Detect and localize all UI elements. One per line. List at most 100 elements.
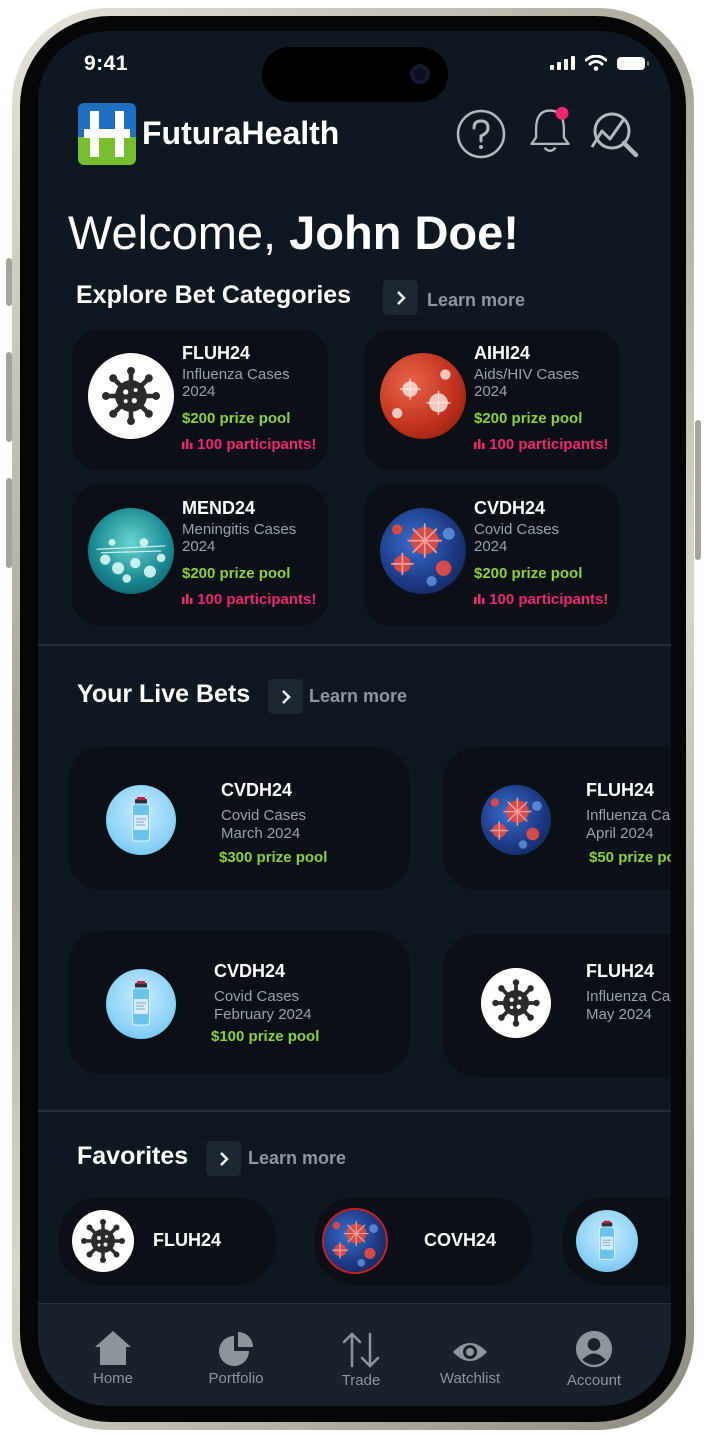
- participants-count: 100 participants!: [182, 436, 316, 453]
- chevron-right-icon: [281, 689, 291, 704]
- category-description: Influenza Cases 2024: [182, 366, 290, 400]
- tab-label: Watchlist: [439, 1370, 501, 1387]
- tab-portfolio[interactable]: Portfolio: [186, 1332, 286, 1387]
- prize-pool: $300 prize pool: [219, 849, 328, 866]
- category-description: Covid Cases 2024: [474, 521, 560, 555]
- prize-pool: $200 prize pool: [182, 565, 291, 582]
- favorite-item[interactable]: FLUH24: [58, 1197, 276, 1285]
- favorite-code: FLUH24: [153, 1230, 222, 1250]
- category-card-fluh24[interactable]: FLUH24 Influenza Cases 2024 $200 prize po…: [72, 329, 328, 471]
- action-button: [6, 258, 12, 306]
- favorite-item[interactable]: COVH24: [314, 1197, 532, 1285]
- category-card-aihi24[interactable]: AIHI24 Aids/HIV Cases 2024 $200 prize poo…: [364, 329, 620, 471]
- tab-home[interactable]: Home: [63, 1330, 163, 1387]
- explore-learn-more-link[interactable]: Learn more: [427, 290, 525, 311]
- coronavirus-image: [481, 785, 551, 855]
- explore-categories-chevron-button[interactable]: [383, 280, 418, 315]
- influenza-virus-icon: [72, 1210, 134, 1272]
- category-description: Aids/HIV Cases 2024: [474, 366, 580, 400]
- meningitis-bacteria-image: [88, 508, 174, 594]
- home-icon: [95, 1331, 131, 1365]
- status-icons: [550, 55, 649, 71]
- volume-down-button: [6, 478, 12, 568]
- favorites-chevron-button[interactable]: [206, 1141, 241, 1176]
- live-bet-card[interactable]: CVDH24 Covid Cases February 2024 $100 pri…: [68, 931, 410, 1074]
- vaccine-vial-image: [576, 1210, 638, 1272]
- app-screen: 9:41 FuturaHealth Welcome, John Doe! Exp…: [38, 31, 671, 1406]
- chevron-right-icon: [219, 1151, 229, 1166]
- section-divider: [38, 644, 671, 646]
- tab-account[interactable]: Account: [544, 1330, 644, 1389]
- bet-code: FLUH24: [586, 780, 655, 800]
- help-icon[interactable]: [456, 109, 506, 159]
- app-name: FuturaHealth: [142, 115, 340, 151]
- prize-pool: $200 prize pool: [474, 410, 583, 427]
- favorite-item[interactable]: [562, 1197, 671, 1285]
- section-divider: [38, 1110, 671, 1112]
- power-button: [695, 420, 701, 560]
- bar-chart-icon: [182, 594, 193, 604]
- participants-count: 100 participants!: [474, 591, 608, 608]
- favorite-code: COVH24: [424, 1230, 497, 1250]
- participants-count: 100 participants!: [474, 436, 608, 453]
- category-code: AIHI24: [474, 343, 531, 363]
- bar-chart-icon: [474, 594, 485, 604]
- prize-pool: $100 prize pool: [211, 1028, 320, 1045]
- coronavirus-image: [380, 508, 466, 594]
- notification-dot: [555, 106, 569, 120]
- category-code: CVDH24: [474, 498, 546, 518]
- user-circle-icon: [575, 1330, 613, 1368]
- hiv-virus-image: [380, 353, 466, 439]
- bet-description: Covid Cases March 2024: [221, 807, 307, 842]
- influenza-virus-icon: [481, 968, 551, 1038]
- welcome-user-name: John Doe!: [289, 206, 519, 259]
- welcome-greeting: Welcome,: [68, 206, 277, 259]
- live-bets-learn-more-link[interactable]: Learn more: [309, 686, 407, 707]
- favorites-learn-more-link[interactable]: Learn more: [248, 1148, 346, 1169]
- notification-bell-icon[interactable]: [525, 105, 575, 155]
- prize-pool: $200 prize pool: [474, 565, 583, 582]
- live-bets-title: Your Live Bets: [77, 680, 251, 708]
- coronavirus-image: [324, 1210, 386, 1272]
- status-time: 9:41: [84, 52, 129, 75]
- battery-icon: [617, 56, 649, 70]
- cellular-signal-icon: [550, 56, 575, 70]
- participants-count: 100 participants!: [182, 591, 316, 608]
- vaccine-vial-image: [106, 969, 176, 1039]
- market-search-icon[interactable]: [590, 109, 640, 159]
- live-bet-card[interactable]: CVDH24 Covid Cases March 2024 $300 prize …: [68, 747, 410, 890]
- live-bet-card[interactable]: FLUH24 Influenza Ca April 2024 $50 prize …: [443, 747, 671, 890]
- tab-trade[interactable]: Trade: [311, 1332, 411, 1389]
- category-card-cvdh24[interactable]: CVDH24 Covid Cases 2024 $200 prize pool 1…: [364, 484, 620, 626]
- category-card-mend24[interactable]: MEND24 Meningitis Cases 2024 $200 prize p…: [72, 484, 328, 626]
- bet-code: FLUH24: [586, 961, 655, 981]
- live-bets-chevron-button[interactable]: [268, 679, 303, 714]
- bet-code: CVDH24: [221, 780, 293, 800]
- vaccine-vial-image: [106, 785, 176, 855]
- favorites-title: Favorites: [77, 1142, 189, 1170]
- dynamic-island: [262, 47, 448, 102]
- eye-icon: [453, 1343, 487, 1361]
- bet-code: CVDH24: [214, 961, 286, 981]
- prize-pool: $50 prize po: [589, 849, 671, 866]
- bottom-tab-bar: Home Portfolio Trade Watchlist Account: [38, 1303, 671, 1406]
- bar-chart-icon: [474, 439, 485, 449]
- volume-up-button: [6, 352, 12, 442]
- category-code: FLUH24: [182, 343, 251, 363]
- influenza-virus-icon: [88, 353, 174, 439]
- chevron-right-icon: [396, 290, 406, 305]
- front-camera: [410, 64, 430, 84]
- up-down-arrows-icon: [342, 1332, 380, 1368]
- tab-watchlist[interactable]: Watchlist: [420, 1338, 520, 1387]
- app-header: FuturaHealth: [78, 103, 640, 165]
- futurahealth-logo[interactable]: [78, 103, 136, 165]
- category-code: MEND24: [182, 498, 256, 518]
- tab-label: Trade: [341, 1372, 381, 1389]
- wifi-icon: [585, 55, 607, 71]
- category-description: Meningitis Cases 2024: [182, 521, 297, 555]
- tab-label: Portfolio: [208, 1370, 264, 1387]
- pie-chart-icon: [219, 1332, 253, 1366]
- bet-description: Influenza Ca April 2024: [586, 807, 671, 842]
- live-bet-card[interactable]: FLUH24 Influenza Ca May 2024: [443, 934, 671, 1077]
- prize-pool: $200 prize pool: [182, 410, 291, 427]
